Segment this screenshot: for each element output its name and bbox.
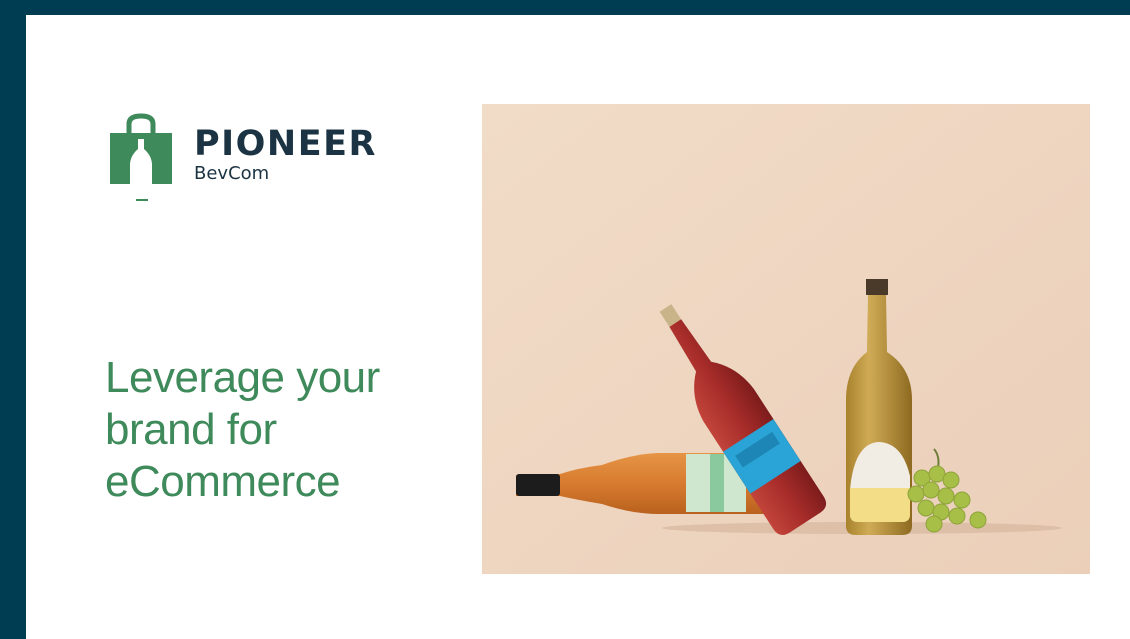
logo-name: PIONEER bbox=[194, 124, 377, 164]
frame-top-bar bbox=[0, 0, 1130, 15]
frame-left-bar bbox=[0, 0, 26, 639]
headline-line-1: Leverage your bbox=[105, 353, 380, 402]
headline: Leverage your brand for eCommerce bbox=[105, 352, 435, 508]
headline-line-3: eCommerce bbox=[105, 457, 341, 506]
headline-line-2: brand for bbox=[105, 405, 277, 454]
pioneer-bevcom-logo: PIONEER BevCom bbox=[110, 113, 376, 205]
shopping-bag-bottle-icon bbox=[110, 113, 172, 201]
logo-subtitle: BevCom bbox=[194, 163, 270, 184]
wine-bottles-photo bbox=[482, 104, 1090, 574]
